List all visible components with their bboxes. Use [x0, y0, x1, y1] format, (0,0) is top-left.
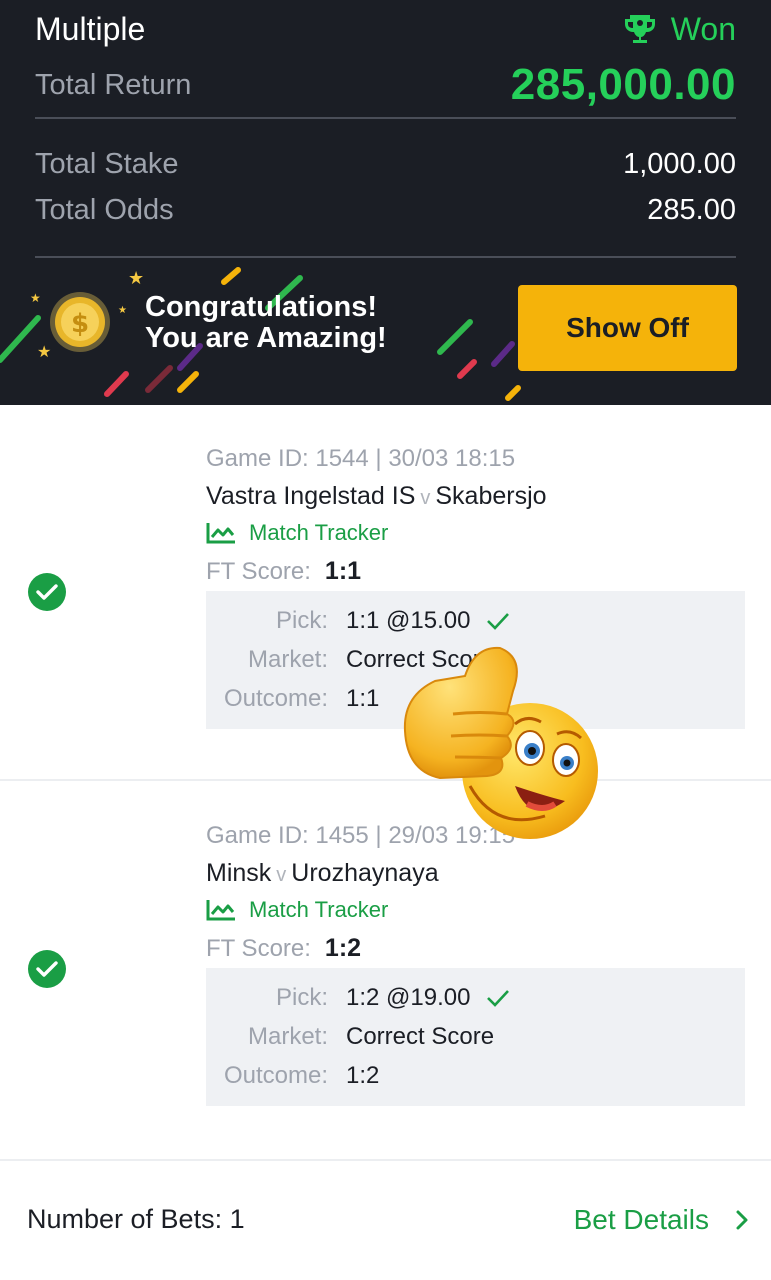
match-tracker-link[interactable]: Match Tracker [206, 892, 745, 928]
divider [35, 117, 736, 119]
total-odds-value: 285.00 [647, 193, 736, 226]
pick-value: 1:2 @19.00 [346, 984, 471, 1011]
outcome-label: Outcome: [223, 1062, 328, 1089]
total-return-label: Total Return [35, 68, 192, 101]
outcome-value: 1:1 [346, 685, 380, 712]
selection-details: Game ID: 1455 | 29/03 19:15 Minsk v Urozha… [206, 818, 745, 1106]
outcome-label: Outcome: [223, 685, 328, 712]
trophy-icon [624, 15, 655, 43]
ft-score: FT Score: 1:1 [206, 551, 745, 591]
svg-text:★: ★ [37, 342, 51, 361]
match-tracker-label: Match Tracker [249, 520, 389, 545]
svg-text:★: ★ [30, 291, 41, 305]
coin-icon: $ [50, 292, 110, 352]
match-teams: Minsk v Urozhaynaya [206, 854, 745, 892]
match-teams: Vastra Ingelstad IS v Skabersjo [206, 477, 745, 515]
outcome-value: 1:2 [346, 1062, 380, 1089]
pick-details-box: Pick: 1:2 @19.00 Market: Correct Score O… [206, 968, 745, 1106]
ft-score-value: 1:1 [324, 557, 362, 585]
bet-summary-header: Multiple Won Total Return 285,000.00 Tot… [0, 0, 771, 405]
show-off-button[interactable]: Show Off [518, 285, 737, 371]
selection-card: Game ID: 1455 | 29/03 19:15 Minsk v Urozha… [0, 782, 771, 1160]
check-circle-icon [28, 573, 66, 611]
away-team: Urozhaynaya [291, 859, 439, 887]
check-circle-icon [28, 950, 66, 988]
thumbs-up-emoji [403, 646, 598, 839]
away-team: Skabersjo [435, 482, 547, 510]
congrats-line-2: You are Amazing! [145, 322, 387, 354]
bet-details-link[interactable]: Bet Details [574, 1204, 749, 1236]
total-return-value: 285,000.00 [510, 60, 736, 109]
home-team: Minsk [206, 859, 272, 887]
ft-score: FT Score: 1:2 [206, 928, 745, 968]
checkmark-icon [487, 989, 510, 1007]
total-odds-label: Total Odds [35, 193, 174, 226]
svg-text:★: ★ [128, 268, 144, 289]
divider [0, 1159, 771, 1161]
ft-score-value: 1:2 [324, 934, 362, 962]
chart-line-icon [206, 900, 235, 921]
pick-value: 1:1 @15.00 [346, 607, 471, 634]
pick-row: Pick: 1:1 @15.00 [206, 601, 745, 640]
pick-label: Pick: [275, 607, 328, 634]
total-stake-label: Total Stake [35, 147, 179, 180]
market-label: Market: [247, 1023, 328, 1050]
bet-footer: Number of Bets: 1 Bet Details [0, 1162, 771, 1280]
match-tracker-label: Match Tracker [249, 897, 389, 922]
bet-type-row: Multiple Won [35, 8, 736, 50]
bet-details-label: Bet Details [573, 1204, 709, 1235]
bet-type: Multiple [35, 10, 146, 47]
total-odds-row: Total Odds 285.00 [35, 190, 736, 230]
checkmark-icon [487, 612, 510, 630]
pick-value-wrap: 1:1 @15.00 [346, 601, 510, 640]
home-team: Vastra Ingelstad IS [206, 482, 416, 510]
selection-card: Game ID: 1544 | 30/03 18:15 Vastra Ingel… [0, 405, 771, 781]
congrats-line-1: Congratulations! [145, 291, 377, 323]
ft-score-label: FT Score: [206, 558, 311, 585]
divider [0, 779, 771, 781]
svg-text:★: ★ [118, 305, 127, 316]
market-row: Market: Correct Score [206, 1017, 745, 1056]
divider [35, 256, 736, 258]
total-return-row: Total Return 285,000.00 [35, 58, 736, 112]
market-value: Correct Score [346, 1023, 495, 1050]
chevron-right-icon [736, 1210, 748, 1230]
svg-text:$: $ [71, 309, 89, 339]
total-stake-value: 1,000.00 [623, 147, 736, 180]
pick-row: Pick: 1:2 @19.00 [206, 978, 745, 1017]
congratulations-text: Congratulations! You are Amazing! [145, 292, 387, 354]
market-label: Market: [247, 646, 328, 673]
total-stake-row: Total Stake 1,000.00 [35, 144, 736, 184]
versus: v [420, 487, 431, 509]
chart-line-icon [206, 523, 235, 544]
outcome-row: Outcome: 1:2 [206, 1056, 745, 1095]
game-id: Game ID: 1544 | 30/03 18:15 [206, 445, 516, 472]
match-tracker-link[interactable]: Match Tracker [206, 515, 745, 551]
number-of-bets: Number of Bets: 1 [27, 1204, 245, 1234]
status-text: Won [670, 10, 736, 47]
pick-label: Pick: [275, 984, 328, 1011]
status-badge: Won [623, 11, 736, 48]
versus: v [276, 864, 287, 886]
pick-value-wrap: 1:2 @19.00 [346, 978, 510, 1017]
ft-score-label: FT Score: [206, 935, 311, 962]
